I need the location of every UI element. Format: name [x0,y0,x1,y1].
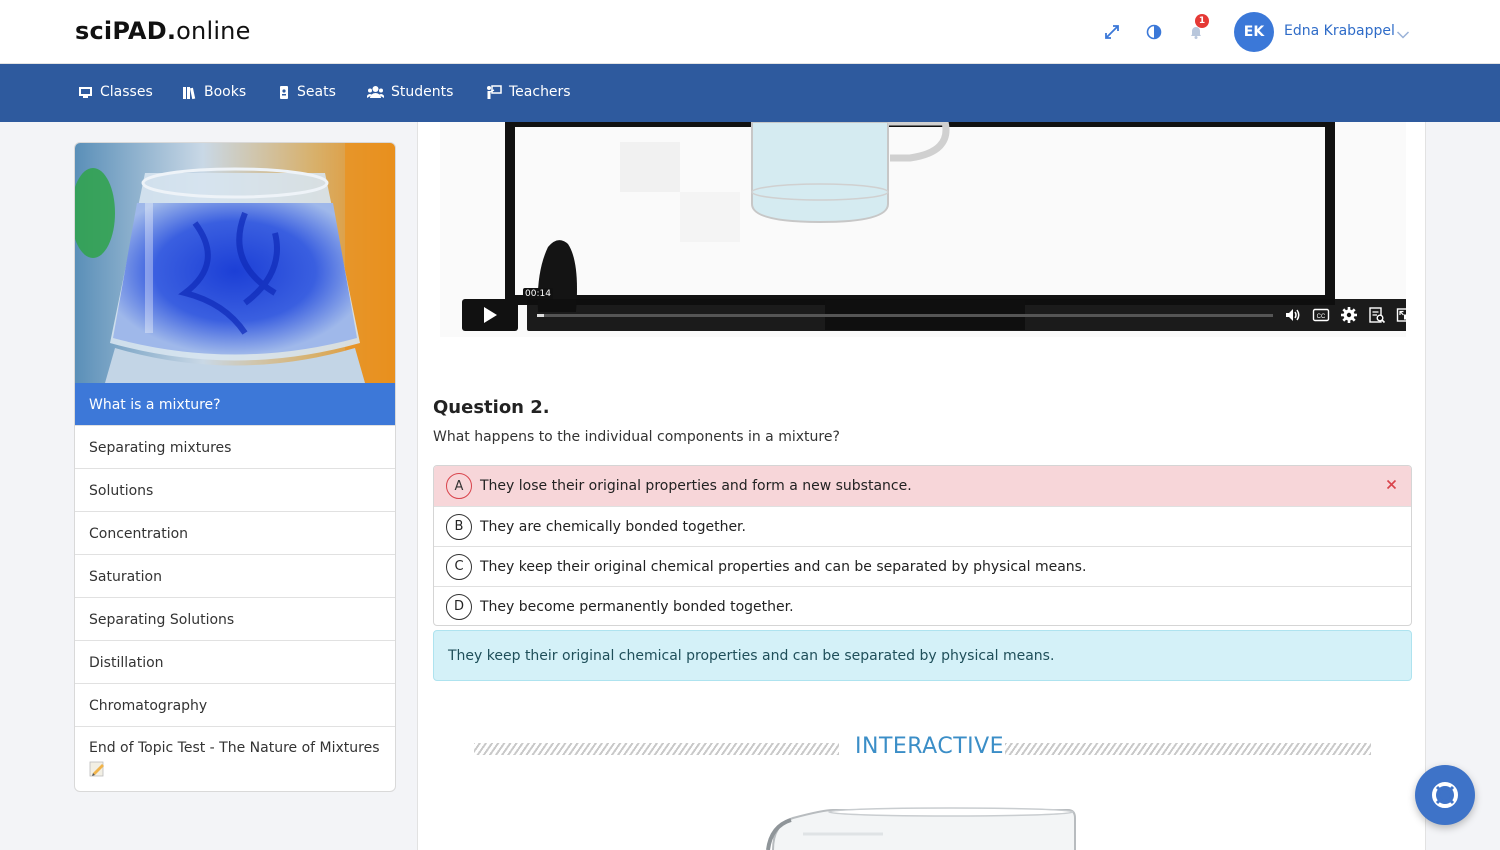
volume-icon[interactable] [1284,306,1302,324]
toc-item[interactable]: What is a mixture? [75,383,395,425]
option-b[interactable]: B They are chemically bonded together. [434,506,1411,546]
avatar[interactable]: EK [1234,12,1274,52]
answer-options: A They lose their original properties an… [433,465,1412,626]
divider [1005,743,1371,755]
toc-item[interactable]: Distillation [75,640,395,683]
pencil-icon [89,760,106,783]
correct-answer-feedback: They keep their original chemical proper… [433,630,1412,681]
nav-item-teachers[interactable]: Teachers [485,84,571,100]
help-button[interactable] [1415,765,1475,825]
notification-badge: 1 [1195,14,1209,28]
svg-text:CC: CC [1317,314,1326,320]
question-text: What happens to the individual component… [433,429,840,445]
question-title: Question 2. [433,397,550,418]
video-controls: CC [527,299,1406,331]
toc-item-label: End of Topic Test - The Nature of Mixtur… [89,740,380,756]
nav-item-students[interactable]: Students [367,84,453,100]
chevron-down-icon[interactable] [1396,25,1410,44]
pip-icon[interactable] [1396,306,1406,324]
students-icon [367,85,384,98]
video-player[interactable]: 00:14 CC [440,122,1406,337]
option-text: They keep their original chemical proper… [480,558,1087,575]
user-name[interactable]: Edna Krabappel [1284,23,1395,39]
toc-item[interactable]: Concentration [75,511,395,554]
toc-item[interactable]: Separating Solutions [75,597,395,640]
topic-sidebar: What is a mixture? Separating mixtures S… [74,142,396,792]
settings-icon[interactable] [1340,306,1358,324]
option-d[interactable]: D They become permanently bonded togethe… [434,586,1411,625]
option-a[interactable]: A They lose their original properties an… [434,466,1411,506]
toc-item[interactable]: Chromatography [75,683,395,726]
divider [474,743,839,755]
option-c[interactable]: C They keep their original chemical prop… [434,546,1411,586]
option-text: They become permanently bonded together. [480,598,794,615]
classes-icon [79,86,92,98]
site-logo[interactable]: sciPAD.online [75,17,251,45]
toc-item[interactable]: Saturation [75,554,395,597]
option-text: They lose their original properties and … [480,478,912,494]
toc-item-test[interactable]: End of Topic Test - The Nature of Mixtur… [75,726,395,791]
seats-icon [280,85,288,99]
option-letter: A [446,473,472,499]
teachers-icon [487,84,502,99]
lifebuoy-icon [1432,782,1458,808]
nav-item-seats[interactable]: Seats [278,84,336,100]
topic-image [75,143,395,383]
captions-icon[interactable]: CC [1312,306,1330,324]
expand-icon[interactable] [1102,22,1122,42]
option-letter: C [446,553,472,580]
play-icon [484,307,497,323]
close-icon[interactable] [1386,478,1397,494]
option-letter: B [446,513,472,540]
nav-item-books[interactable]: Books [182,84,246,100]
transcript-icon[interactable] [1368,306,1386,324]
top-bar: sciPAD.online 1 EK Edna Krabappel [0,0,1500,64]
video-progress-bar[interactable] [537,314,1273,317]
option-text: They are chemically bonded together. [480,518,746,535]
interactive-section-header: INTERACTIVE [418,734,1425,764]
option-letter: D [446,593,472,620]
play-button[interactable] [462,299,518,331]
section-label: INTERACTIVE [855,734,1005,759]
lesson-content: 00:14 CC Question 2. What happens to the… [417,122,1426,850]
beaker-image [763,804,1083,850]
contrast-icon[interactable] [1144,22,1164,42]
books-icon [183,86,196,99]
toc-item[interactable]: Separating mixtures [75,425,395,468]
nav-item-classes[interactable]: Classes [78,84,153,100]
main-nav: Classes Books Seats Students Teachers [0,64,1500,122]
toc-item[interactable]: Solutions [75,468,395,511]
